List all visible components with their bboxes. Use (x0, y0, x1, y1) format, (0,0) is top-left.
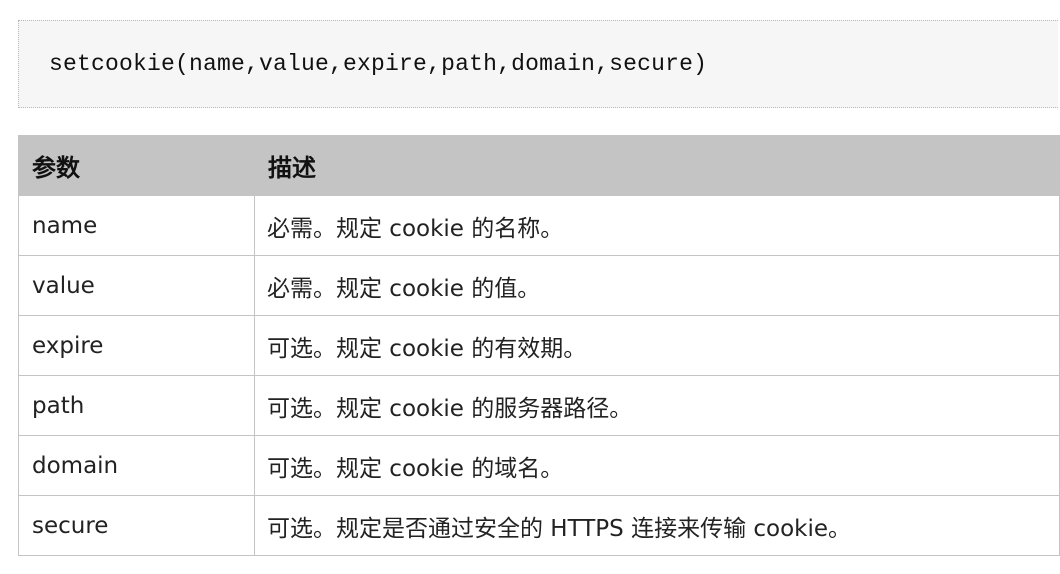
table-row: name 必需。规定 cookie 的名称。 (18, 195, 1060, 256)
table-row: value 必需。规定 cookie 的值。 (18, 255, 1060, 316)
header-param: 参数 (18, 135, 255, 196)
table-row: expire 可选。规定 cookie 的有效期。 (18, 315, 1060, 376)
header-desc: 描述 (254, 135, 1060, 196)
param-name-cell: value (18, 255, 255, 316)
param-name-cell: path (18, 375, 255, 436)
param-desc-cell: 必需。规定 cookie 的名称。 (254, 195, 1060, 256)
param-desc-cell: 可选。规定 cookie 的域名。 (254, 435, 1060, 496)
table-row: domain 可选。规定 cookie 的域名。 (18, 435, 1060, 496)
param-desc-cell: 可选。规定 cookie 的服务器路径。 (254, 375, 1060, 436)
param-name-cell: domain (18, 435, 255, 496)
param-desc-cell: 可选。规定是否通过安全的 HTTPS 连接来传输 cookie。 (254, 495, 1060, 556)
param-desc-cell: 可选。规定 cookie 的有效期。 (254, 315, 1060, 376)
table-header-row: 参数 描述 (18, 135, 1060, 196)
param-name-cell: expire (18, 315, 255, 376)
param-name-cell: name (18, 195, 255, 256)
code-signature: setcookie(name,value,expire,path,domain,… (49, 51, 708, 77)
code-block: setcookie(name,value,expire,path,domain,… (18, 20, 1058, 108)
parameters-table: 参数 描述 name 必需。规定 cookie 的名称。 value 必需。规定… (18, 135, 1060, 556)
param-desc-cell: 必需。规定 cookie 的值。 (254, 255, 1060, 316)
table-row: secure 可选。规定是否通过安全的 HTTPS 连接来传输 cookie。 (18, 495, 1060, 556)
param-name-cell: secure (18, 495, 255, 556)
table-row: path 可选。规定 cookie 的服务器路径。 (18, 375, 1060, 436)
